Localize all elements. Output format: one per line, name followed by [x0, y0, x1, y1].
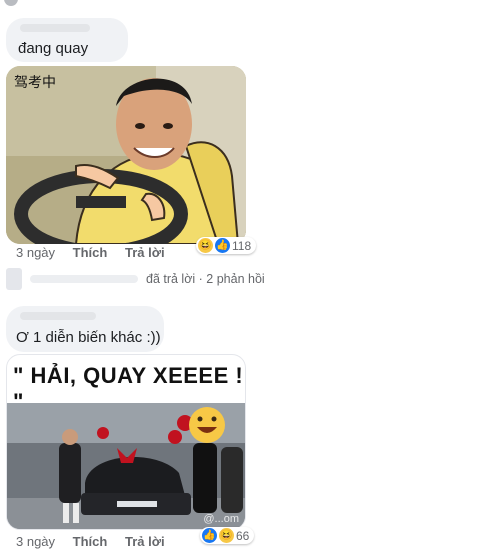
comment-bubble-1: đang quay [6, 18, 128, 62]
reaction-count-1: 118 [232, 238, 252, 253]
reply-button-1[interactable]: Trả lời [125, 245, 165, 260]
comment-time-2[interactable]: 3 ngày [16, 534, 55, 549]
comment-text-2: Ơ 1 diễn biến khác :)) [16, 329, 161, 346]
meme-image-2[interactable]: " HẢI, QUAY XEEEE ! " @...om [6, 354, 246, 530]
commenter-name-blurred-2[interactable] [20, 312, 96, 320]
replies-summary-text[interactable]: đã trả lời · 2 phản hồi [146, 272, 265, 286]
haha-emoji-icon: 😆 [198, 238, 213, 253]
comment-bubble-2: Ơ 1 diễn biến khác :)) [6, 306, 164, 352]
like-thumb-icon: 👍 [215, 238, 230, 253]
meme-illustration-driving [6, 66, 246, 244]
replies-summary[interactable]: đã trả lời · 2 phản hồi [6, 268, 265, 290]
meme-caption-label: 驾考中 [14, 75, 56, 91]
reply-avatar [6, 268, 22, 290]
like-thumb-icon: 👍 [202, 528, 217, 543]
reaction-count-2: 66 [236, 528, 250, 543]
reaction-summary-1[interactable]: 😆 👍 118 [196, 237, 257, 254]
commenter-avatar[interactable] [4, 0, 18, 6]
reply-name-blurred [30, 275, 138, 283]
reply-button-2[interactable]: Trả lời [125, 534, 165, 549]
reaction-summary-2[interactable]: 👍 😆 66 [200, 527, 255, 544]
meme-image-1[interactable]: 驾考中 [6, 66, 246, 244]
comment-time-1[interactable]: 3 ngày [16, 245, 55, 260]
comment-actions-1: 3 ngày Thích Trả lời [16, 245, 179, 260]
like-button-2[interactable]: Thích [73, 534, 108, 549]
comment-text-1: đang quay [18, 40, 89, 57]
haha-emoji-icon: 😆 [219, 528, 234, 543]
showroom-photo [7, 403, 245, 529]
image-watermark: @...om [203, 513, 239, 525]
commenter-name-blurred[interactable] [20, 24, 90, 32]
like-button-1[interactable]: Thích [73, 245, 108, 260]
comment-actions-2: 3 ngày Thích Trả lời [16, 534, 179, 549]
